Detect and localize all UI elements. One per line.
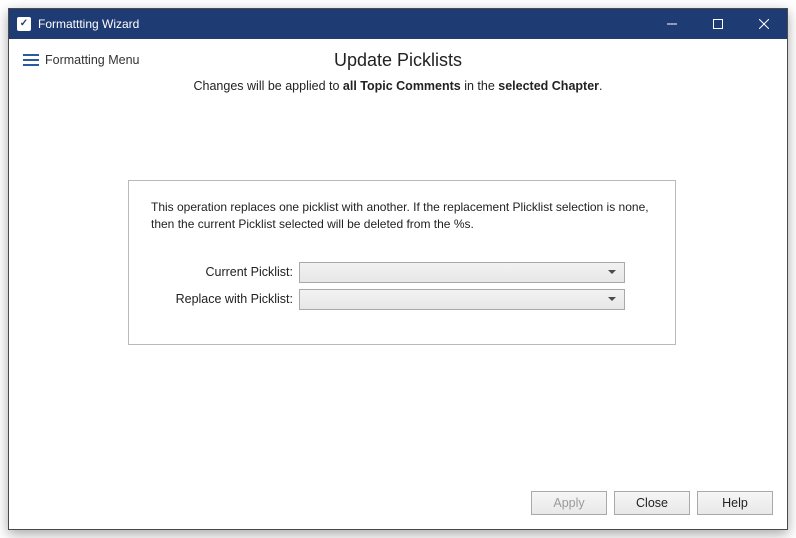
page-subtitle: Changes will be applied to all Topic Com… [9,79,787,93]
help-button[interactable]: Help [697,491,773,515]
formatting-menu-button[interactable]: Formatting Menu [23,53,139,67]
maximize-button[interactable] [695,9,741,39]
window-title: Formattting Wizard [38,17,139,31]
window-frame: Formattting Wizard Formatting Menu Updat… [8,8,788,530]
hamburger-icon [23,54,39,66]
titlebar[interactable]: Formattting Wizard [9,9,787,39]
close-button[interactable] [741,9,787,39]
minimize-button[interactable] [649,9,695,39]
current-picklist-row: Current Picklist: [151,262,653,283]
current-picklist-select[interactable] [299,262,625,283]
replace-picklist-row: Replace with Picklist: [151,289,653,310]
replace-picklist-label: Replace with Picklist: [151,292,299,306]
operation-description: This operation replaces one picklist wit… [151,199,653,234]
replace-picklist-select[interactable] [299,289,625,310]
operation-panel: This operation replaces one picklist wit… [128,180,676,345]
content-area: Formatting Menu Update Picklists Changes… [9,39,787,529]
close-dialog-button[interactable]: Close [614,491,690,515]
formatting-menu-label: Formatting Menu [45,53,139,67]
button-bar: Apply Close Help [531,491,773,515]
app-icon [17,17,31,31]
apply-button[interactable]: Apply [531,491,607,515]
current-picklist-label: Current Picklist: [151,265,299,279]
